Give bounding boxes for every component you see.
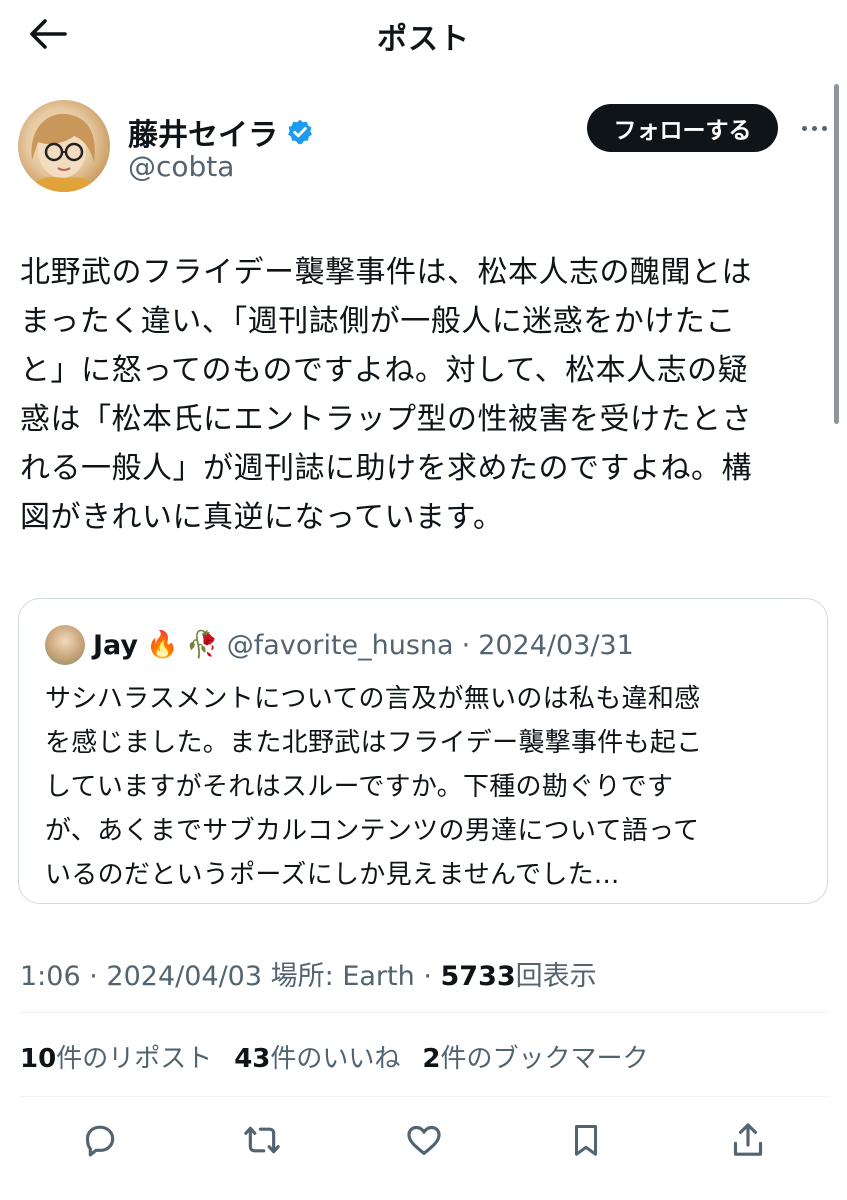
scrollbar[interactable] [834,84,839,424]
follow-button[interactable]: フォローする [587,104,778,152]
like-count: 43 [234,1044,271,1074]
share-button[interactable] [726,1118,770,1162]
quoted-date: 2024/03/31 [478,629,634,661]
quoted-text: サシハラスメントについての言及が無いのは私も違和感 を感じました。また北野武はフ… [45,684,703,890]
separator-dot: · [89,961,98,992]
like-stat[interactable]: 43件のいいね [234,1038,400,1075]
tweet-text: 北野武のフライデー襲撃事件は、松本人志の醜聞とは まったく違い、「週刊誌側が一般… [20,255,752,535]
author-name-row[interactable]: 藤井セイラ [128,110,314,154]
bookmark-label: 件のブックマーク [440,1044,649,1074]
like-label: 件のいいね [270,1044,401,1074]
quoted-display-name: Jay [93,629,139,661]
divider [20,1012,827,1013]
quoted-avatar [45,625,85,665]
action-bar [0,1118,847,1168]
view-count[interactable]: 5733 [441,961,516,992]
fire-emoji: 🔥 [146,630,179,660]
post-location: 場所: Earth [270,961,415,992]
post-time[interactable]: 1:06 [20,961,81,992]
bookmark-stat[interactable]: 2件のブックマーク [422,1038,648,1075]
top-bar: ポスト [0,0,847,70]
bookmark-button[interactable] [564,1118,608,1162]
repost-icon [244,1126,280,1154]
display-name[interactable]: 藤井セイラ [128,110,278,154]
post-meta: 1:06 · 2024/04/03 場所: Earth · 5733回表示 [20,954,597,993]
author-handle[interactable]: @cobta [128,150,234,183]
like-button[interactable] [402,1118,446,1162]
avatar[interactable] [18,100,110,192]
verified-badge-icon [288,119,312,145]
more-dot-icon [801,125,807,131]
bookmark-icon [574,1125,598,1156]
separator-dot: · [423,961,432,992]
more-dot-icon [821,125,827,131]
divider [20,1096,827,1097]
engagement-stats: 10件のリポスト 43件のいいね 2件のブックマーク [20,1038,649,1075]
quoted-handle: @favorite_husna [226,629,454,661]
reply-icon [85,1125,115,1157]
bookmark-count: 2 [422,1044,441,1074]
quoted-post-header: Jay 🔥 🥀 @favorite_husna · 2024/03/31 [45,625,634,665]
separator-dot: · [461,629,471,661]
more-dot-icon [811,125,817,131]
view-label: 回表示 [515,961,597,992]
repost-label: 件のリポスト [56,1044,213,1074]
reply-button[interactable] [78,1118,122,1162]
avatar-image [28,113,102,192]
repost-count: 10 [20,1044,57,1074]
page-title: ポスト [377,22,470,57]
share-icon [733,1123,763,1156]
quoted-post[interactable]: Jay 🔥 🥀 @favorite_husna · 2024/03/31 サシハ… [18,598,828,904]
repost-button[interactable] [240,1118,284,1162]
repost-stat[interactable]: 10件のリポスト [20,1038,212,1075]
like-icon [407,1125,441,1155]
post-date[interactable]: 2024/04/03 [106,961,262,992]
wilted-rose-emoji: 🥀 [186,630,219,660]
more-options-button[interactable] [796,112,832,144]
